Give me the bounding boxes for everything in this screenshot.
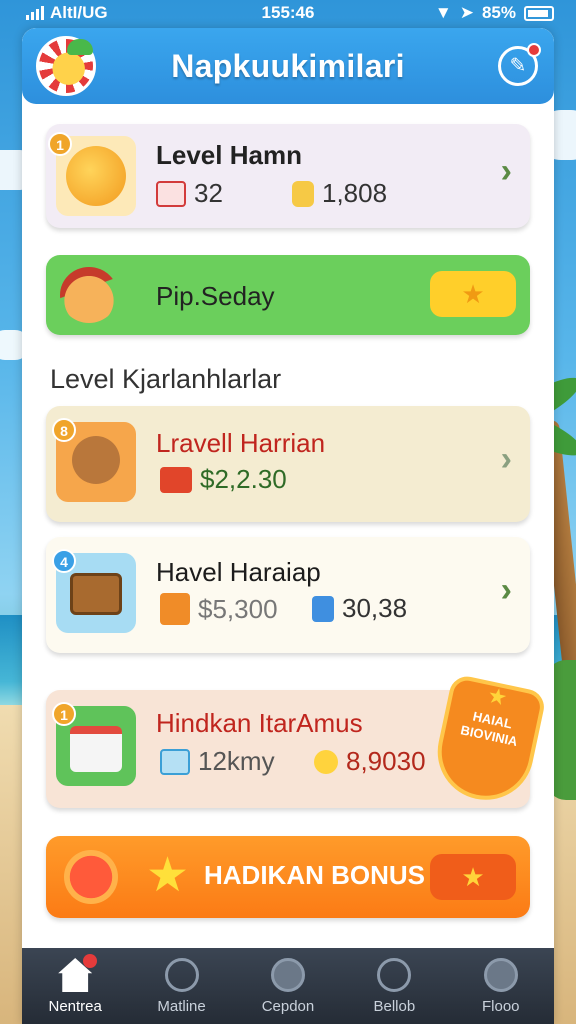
star-icon: ★ <box>146 849 190 902</box>
app-header: Napkuukimilari ✎ <box>22 28 554 104</box>
stat-value: 32 <box>194 178 223 208</box>
list-item[interactable]: 8 Lravell Harrian $2,2.30 › <box>46 406 530 522</box>
level-card[interactable]: 1 Level Hamn 32 1,808 › <box>46 124 530 228</box>
item-value: $5,300 <box>198 593 278 624</box>
promo-card[interactable]: Pip.Seday ★ <box>46 255 530 335</box>
section-title: Level Kjarlanhlarlar <box>50 364 282 394</box>
card-title: Level Hamn <box>156 140 302 170</box>
promo-label: Pip.Seday <box>156 281 275 311</box>
character-icon <box>60 267 118 323</box>
envelope-icon <box>156 180 186 207</box>
ribbon-badge: ★ HAIAL BIOVINIA <box>428 673 548 809</box>
notification-dot <box>527 43 541 57</box>
status-bar: AltI/UG 155:46 ▼ ➤ 85% <box>0 0 576 26</box>
sun-icon <box>64 850 118 904</box>
notification-dot <box>83 954 98 968</box>
item-value-secondary: 30,38 <box>342 593 408 623</box>
nav-label: Bellob <box>373 998 416 1015</box>
level-badge: 1 <box>48 132 72 156</box>
gift-box-icon <box>160 466 192 493</box>
bag-icon <box>160 748 190 775</box>
ticket-icon <box>312 595 334 622</box>
bonus-banner[interactable]: ★ HADIKAN BONUS ★ <box>46 836 530 918</box>
star-icon: ★ <box>485 682 510 711</box>
gift-icon <box>160 593 190 625</box>
nav-matline[interactable]: Matline <box>134 948 230 1024</box>
battery-percent: 85% <box>481 3 516 22</box>
star-button[interactable]: ★ <box>430 271 516 317</box>
item-badge: 1 <box>52 702 76 726</box>
item-badge: 8 <box>52 418 76 442</box>
chevron-right-icon[interactable]: › <box>501 152 512 191</box>
ticket-icon <box>292 180 314 207</box>
nav-label: Cepdon <box>261 998 315 1015</box>
list-item[interactable]: 1 Hindkan ItarAmus 12kmy 8,9030 ★ HAIAL … <box>46 673 548 809</box>
tools-icon <box>270 958 305 992</box>
globe-icon <box>377 958 412 992</box>
item-badge: 4 <box>52 549 76 573</box>
nav-label: Matline <box>157 998 206 1015</box>
smile-icon <box>314 749 338 774</box>
location-icon: ➤ <box>459 3 474 22</box>
bonus-star-button[interactable]: ★ <box>430 854 516 900</box>
main-panel: Napkuukimilari ✎ 1 Level Hamn 32 1,808 ›… <box>22 28 554 1024</box>
nav-bellob[interactable]: Bellob <box>346 948 442 1024</box>
nav-flooo[interactable]: Flooo <box>453 948 549 1024</box>
wifi-icon: ▼ <box>434 3 452 22</box>
item-title: Hindkan ItarAmus <box>156 708 363 738</box>
battery-icon <box>524 5 554 21</box>
item-value: $2,2.30 <box>200 464 287 494</box>
chevron-right-icon[interactable]: › <box>501 440 512 479</box>
user-icon <box>164 958 199 992</box>
list-item[interactable]: 4 Havel Haraiap $5,300 30,38 › <box>46 537 530 653</box>
item-title: Havel Haraiap <box>156 557 321 587</box>
bottom-navigation: Nentrea Matline Cepdon Bellob Flooo <box>22 948 554 1024</box>
nav-label: Nentrea <box>48 998 102 1015</box>
profile-icon <box>483 958 518 992</box>
app-title: Napkuukimilari <box>171 48 405 84</box>
item-value: 12kmy <box>198 746 275 776</box>
item-title: Lravell Harrian <box>156 428 326 458</box>
nav-cepdon[interactable]: Cepdon <box>240 948 336 1024</box>
notifications-button[interactable]: ✎ <box>498 43 541 86</box>
item-value-secondary: 8,9030 <box>346 746 426 776</box>
bonus-label: HADIKAN BONUS <box>204 860 425 890</box>
pencil-icon: ✎ <box>509 55 527 77</box>
nav-label: Flooo <box>481 998 520 1015</box>
nav-home[interactable]: Nentrea <box>27 948 123 1024</box>
chevron-right-icon[interactable]: › <box>501 571 512 610</box>
stat-value: 1,808 <box>322 178 388 208</box>
